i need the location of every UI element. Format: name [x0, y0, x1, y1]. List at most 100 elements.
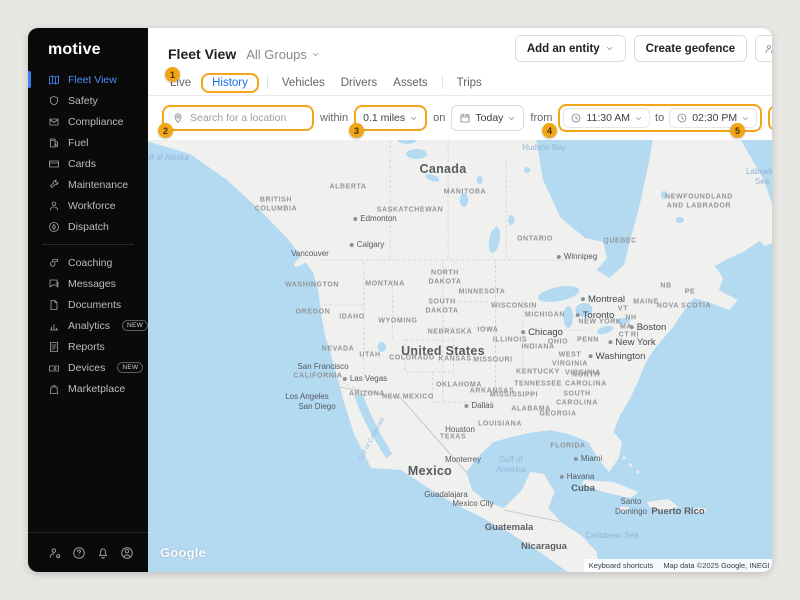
new-badge: NEW	[122, 320, 148, 331]
chevron-down-icon	[741, 114, 750, 123]
annotation-badge-1: 1	[165, 67, 180, 82]
clock-icon	[570, 112, 582, 124]
sidebar-item-messages[interactable]: Messages	[28, 273, 148, 294]
chevron-down-icon	[409, 114, 418, 123]
time-from-value: 11:30 AM	[586, 112, 630, 124]
sidebar-item-label: Coaching	[68, 257, 112, 269]
user-admin-button[interactable]	[755, 35, 772, 62]
sidebar-item-analytics[interactable]: AnalyticsNEW	[28, 315, 148, 336]
admin-settings-icon[interactable]	[48, 546, 62, 560]
account-icon[interactable]	[120, 546, 134, 560]
map-attribution: Keyboard shortcuts Map data ©2025 Google…	[584, 559, 772, 572]
sidebar-item-marketplace[interactable]: Marketplace	[28, 378, 148, 399]
new-badge: NEW	[117, 362, 143, 373]
chat-icon	[48, 278, 60, 290]
date-value: Today	[475, 112, 503, 124]
shield-icon	[48, 95, 60, 107]
location-pin-icon	[172, 112, 184, 124]
group-selector[interactable]: All Groups	[246, 47, 320, 62]
annotation-badge-5: 5	[730, 123, 745, 138]
device-icon	[48, 362, 60, 374]
report-icon	[48, 341, 60, 353]
google-watermark: Google	[160, 545, 206, 560]
within-label: within	[320, 112, 348, 124]
tab-drivers[interactable]: Drivers	[333, 74, 385, 92]
sidebar-item-documents[interactable]: Documents	[28, 294, 148, 315]
create-geofence-button[interactable]: Create geofence	[634, 35, 747, 62]
card-icon	[48, 158, 60, 170]
tab-vehicles[interactable]: Vehicles	[274, 74, 333, 92]
sidebar-item-label: Reports	[68, 341, 105, 353]
on-label: on	[433, 112, 445, 124]
sidebar-item-coaching[interactable]: Coaching	[28, 252, 148, 273]
person-gear-icon	[764, 42, 772, 56]
doc-icon	[48, 299, 60, 311]
add-entity-button[interactable]: Add an entity	[515, 35, 626, 62]
sidebar-footer	[28, 532, 148, 572]
calendar-icon	[459, 112, 471, 124]
radius-select[interactable]: 0.1 miles	[354, 105, 427, 131]
chevron-down-icon	[605, 44, 614, 53]
map-canvas[interactable]: CanadaUnited StatesMexicoALBERTABRITISH …	[148, 140, 772, 572]
keyboard-shortcuts-link[interactable]: Keyboard shortcuts	[584, 559, 659, 572]
sidebar: motive Fleet View Safety Compliance Fuel Car…	[28, 28, 148, 572]
map-data-text: Map data ©2025 Google, INEGI	[658, 559, 772, 572]
map-geography	[148, 140, 772, 572]
map-icon	[48, 74, 60, 86]
notifications-bell-icon[interactable]	[96, 546, 110, 560]
sidebar-item-cards[interactable]: Cards	[28, 153, 148, 174]
location-search-input[interactable]	[190, 112, 304, 124]
sidebar-divider	[42, 244, 134, 245]
page-header: Fleet View All Groups Add an entity Crea…	[148, 28, 772, 70]
sidebar-item-label: Documents	[68, 299, 121, 311]
time-to-select[interactable]: 02:30 PM	[669, 108, 757, 128]
date-select[interactable]: Today	[451, 105, 524, 131]
time-to-value: 02:30 PM	[692, 112, 737, 124]
tab-history[interactable]: History	[201, 73, 259, 93]
sidebar-item-label: Messages	[68, 278, 116, 290]
bag-icon	[48, 383, 60, 395]
annotation-badge-4: 4	[542, 123, 557, 138]
annotation-badge-2: 2	[158, 123, 173, 138]
sidebar-item-compliance[interactable]: Compliance	[28, 111, 148, 132]
time-from-select[interactable]: 11:30 AM	[563, 108, 650, 128]
fuel-icon	[48, 137, 60, 149]
search-button[interactable]	[768, 105, 772, 131]
tab-trips[interactable]: Trips	[449, 74, 490, 92]
chevron-down-icon	[634, 114, 643, 123]
compass-icon	[48, 221, 60, 233]
sidebar-item-safety[interactable]: Safety	[28, 90, 148, 111]
sidebar-item-label: Safety	[68, 95, 98, 107]
whistle-icon	[48, 257, 60, 269]
sidebar-item-label: Dispatch	[68, 221, 109, 233]
clock-icon	[676, 112, 688, 124]
tab-assets[interactable]: Assets	[385, 74, 436, 92]
tab-separator	[267, 76, 268, 89]
sidebar-item-label: Fuel	[68, 137, 88, 149]
sidebar-item-workforce[interactable]: Workforce	[28, 195, 148, 216]
compliance-icon	[48, 116, 60, 128]
sidebar-item-label: Compliance	[68, 116, 123, 128]
filter-bar: within 0.1 miles on Today from 11:30 AM …	[148, 96, 772, 140]
sidebar-item-reports[interactable]: Reports	[28, 336, 148, 357]
main-panel: Fleet View All Groups Add an entity Crea…	[148, 28, 772, 572]
sidebar-item-label: Marketplace	[68, 383, 125, 395]
sidebar-item-devices[interactable]: DevicesNEW	[28, 357, 148, 378]
sidebar-item-fleet-view[interactable]: Fleet View	[28, 69, 148, 90]
wrench-icon	[48, 179, 60, 191]
chevron-down-icon	[311, 50, 320, 59]
annotation-badge-3: 3	[349, 123, 364, 138]
sidebar-nav: Fleet View Safety Compliance Fuel Cards Maint…	[28, 69, 148, 532]
location-search-field[interactable]	[162, 105, 314, 131]
sidebar-item-label: Cards	[68, 158, 96, 170]
tab-separator	[442, 76, 443, 89]
create-geofence-label: Create geofence	[646, 43, 735, 55]
to-label: to	[655, 112, 664, 124]
help-icon[interactable]	[72, 546, 86, 560]
sidebar-item-dispatch[interactable]: Dispatch	[28, 216, 148, 237]
motive-logo: motive	[28, 28, 148, 69]
radius-value: 0.1 miles	[363, 112, 405, 124]
sidebar-item-fuel[interactable]: Fuel	[28, 132, 148, 153]
chevron-down-icon	[507, 114, 516, 123]
sidebar-item-maintenance[interactable]: Maintenance	[28, 174, 148, 195]
